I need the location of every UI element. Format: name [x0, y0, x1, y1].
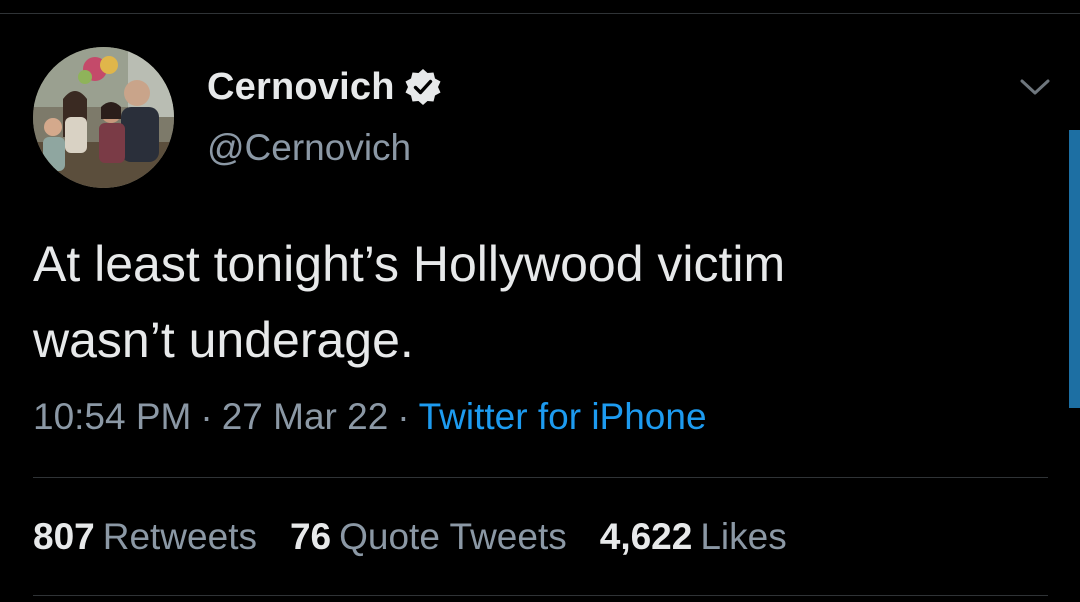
avatar[interactable] — [33, 47, 174, 188]
meta-separator: · — [397, 396, 410, 437]
stats-divider-top — [33, 477, 1048, 478]
quote-tweets-count: 76 — [289, 516, 332, 557]
avatar-photo — [33, 47, 174, 188]
tweet-date[interactable]: 27 Mar 22 — [222, 396, 389, 437]
user-handle[interactable]: @Cernovich — [207, 127, 443, 169]
author-block: Cernovich @Cernovich — [207, 64, 443, 169]
tweet-meta: 10:54 PM · 27 Mar 22 · Twitter for iPhone — [33, 396, 707, 438]
verified-badge-icon — [403, 67, 443, 107]
quote-tweets-stat[interactable]: 76 Quote Tweets — [290, 516, 567, 558]
retweets-stat[interactable]: 807 Retweets — [33, 516, 257, 558]
scrollbar[interactable] — [1069, 130, 1080, 408]
likes-label: Likes — [700, 516, 787, 557]
display-name[interactable]: Cernovich — [207, 66, 395, 109]
retweets-label: Retweets — [102, 516, 257, 557]
quote-tweets-label: Quote Tweets — [339, 516, 567, 557]
retweets-count: 807 — [33, 516, 95, 557]
engagement-stats: 807 Retweets 76 Quote Tweets 4,622 Likes — [33, 516, 820, 558]
chevron-down-icon[interactable] — [1016, 72, 1054, 102]
tweet-text-line: At least tonight’s Hollywood victim — [33, 236, 786, 292]
likes-stat[interactable]: 4,622 Likes — [600, 516, 787, 558]
tweet-time[interactable]: 10:54 PM — [33, 396, 191, 437]
top-divider — [0, 13, 1080, 14]
tweet-source-link[interactable]: Twitter for iPhone — [419, 396, 707, 437]
stats-divider-bottom — [33, 595, 1048, 596]
likes-count: 4,622 — [599, 516, 693, 557]
meta-separator: · — [200, 396, 213, 437]
tweet-text: At least tonight’s Hollywood victim wasn… — [33, 226, 1033, 378]
tweet-text-line: wasn’t underage. — [33, 312, 414, 368]
name-row: Cernovich — [207, 64, 443, 110]
